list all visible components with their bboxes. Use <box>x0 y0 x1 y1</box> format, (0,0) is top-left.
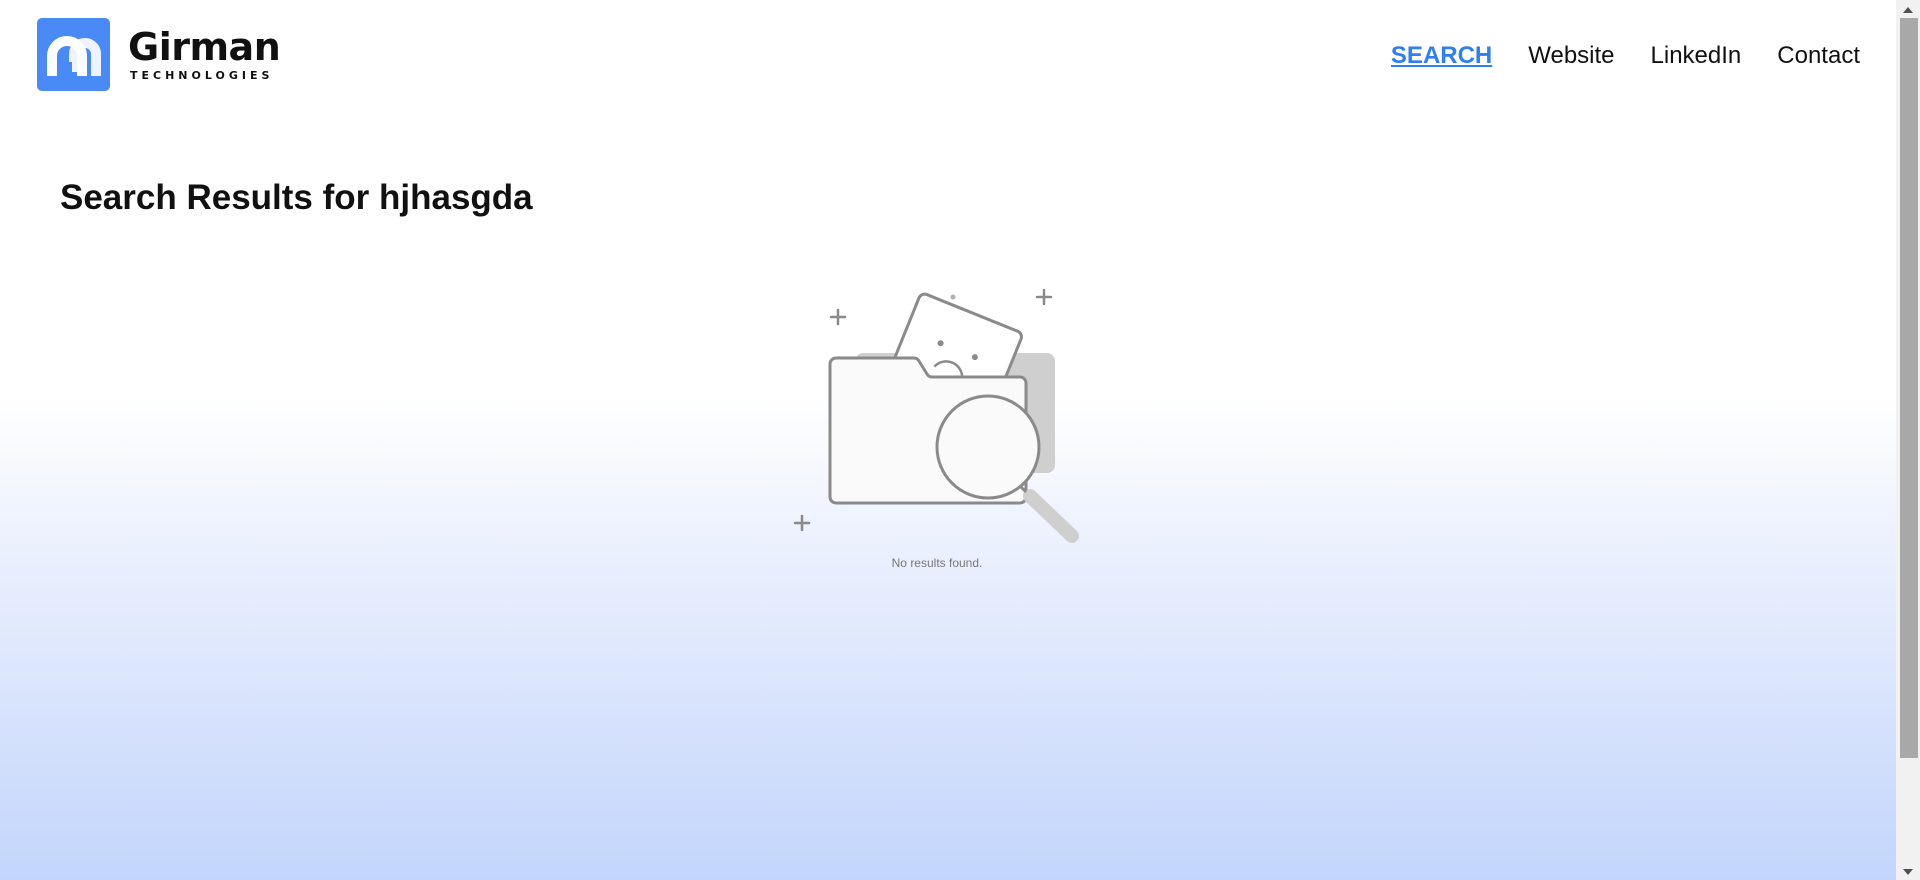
scrollbar-thumb[interactable] <box>1900 18 1918 758</box>
logo-subtitle: TECHNOLOGIES <box>130 69 274 82</box>
page-title: Search Results for hjhasgda <box>60 178 533 217</box>
logo-text: Girman TECHNOLOGIES <box>128 25 281 82</box>
empty-state: No results found. <box>790 280 1090 570</box>
page: Girman TECHNOLOGIES SEARCH Website Linke… <box>0 0 1920 880</box>
header: Girman TECHNOLOGIES SEARCH Website Linke… <box>0 0 1896 110</box>
main-nav: SEARCH Website LinkedIn Contact <box>1391 42 1860 70</box>
no-results-message: No results found. <box>891 556 983 570</box>
nav-search-link[interactable]: SEARCH <box>1391 42 1492 70</box>
scroll-up-arrow-icon[interactable] <box>1896 2 1920 18</box>
logo-name: Girman <box>128 25 281 69</box>
vertical-scrollbar[interactable] <box>1896 0 1920 880</box>
scroll-down-arrow-icon[interactable] <box>1896 864 1920 880</box>
logo[interactable]: Girman TECHNOLOGIES <box>37 18 281 91</box>
nav-contact-link[interactable]: Contact <box>1777 42 1860 70</box>
nav-linkedin-link[interactable]: LinkedIn <box>1651 42 1742 70</box>
empty-folder-search-illustration <box>793 288 1079 543</box>
girman-logo-icon <box>37 18 110 91</box>
nav-website-link[interactable]: Website <box>1528 42 1614 70</box>
